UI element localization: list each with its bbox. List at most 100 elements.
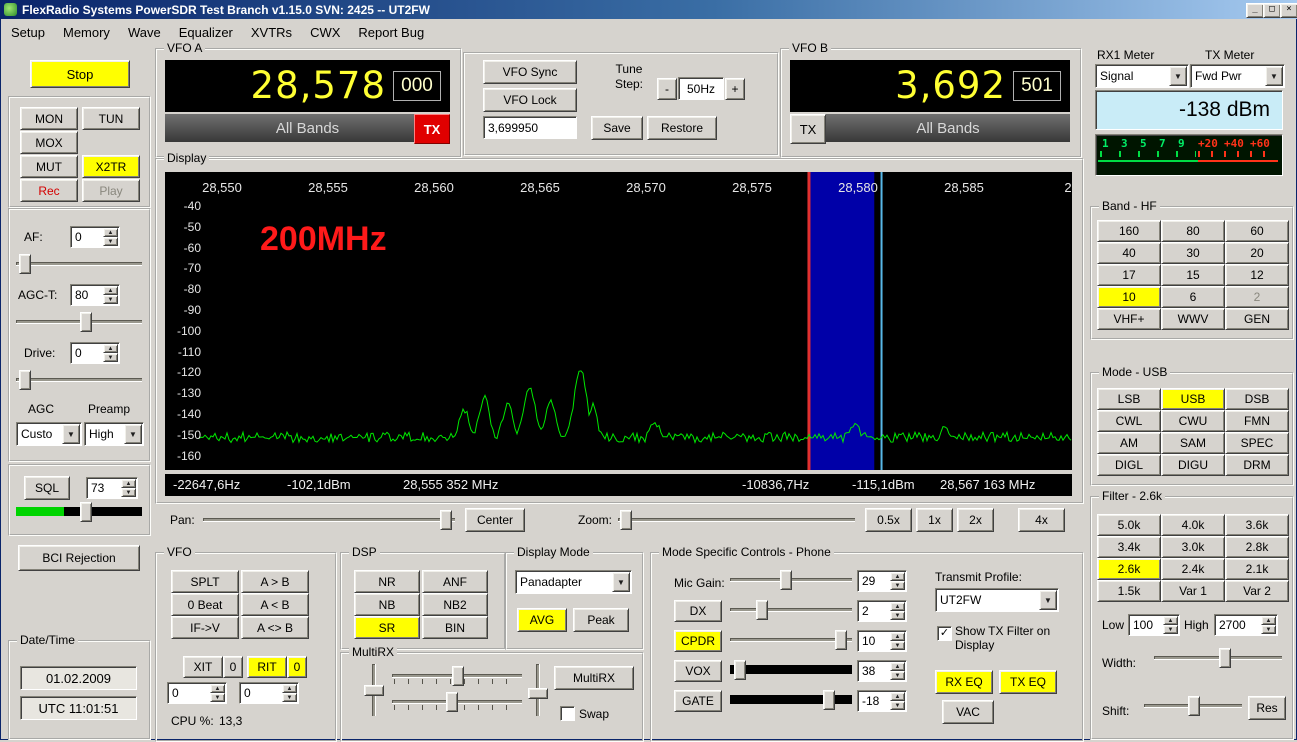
- af-slider[interactable]: [16, 254, 142, 272]
- tune-step-plus-button[interactable]: +: [725, 78, 745, 100]
- memory-frequency-field[interactable]: 3,699950: [483, 116, 577, 139]
- filter-width-slider[interactable]: [1154, 648, 1282, 666]
- band-button-12[interactable]: 12: [1225, 264, 1289, 286]
- vox-spinner[interactable]: 38▲▼: [857, 660, 907, 682]
- spinner-up-icon[interactable]: ▲: [121, 479, 136, 488]
- band-button-40[interactable]: 40: [1097, 242, 1161, 264]
- mut-button[interactable]: MUT: [20, 155, 78, 178]
- filter-button-36k[interactable]: 3.6k: [1225, 514, 1289, 536]
- filter-button-15k[interactable]: 1.5k: [1097, 580, 1161, 602]
- spinner-up-icon[interactable]: ▲: [210, 684, 225, 693]
- spinner-down-icon[interactable]: ▼: [890, 581, 905, 590]
- dropdown-arrow-icon[interactable]: ▼: [1039, 590, 1057, 610]
- swap-checkbox[interactable]: [560, 706, 575, 721]
- anf-button[interactable]: ANF: [422, 570, 488, 593]
- cpdr-button[interactable]: CPDR: [674, 630, 722, 652]
- agc-dropdown[interactable]: Custo▼: [16, 422, 82, 446]
- spinner-down-icon[interactable]: ▼: [890, 641, 905, 650]
- band-button-20[interactable]: 20: [1225, 242, 1289, 264]
- x2tr-button[interactable]: X2TR: [82, 155, 140, 178]
- maximize-button[interactable]: □: [1263, 3, 1281, 18]
- nb2-button[interactable]: NB2: [422, 593, 488, 616]
- band-button-30[interactable]: 30: [1161, 242, 1225, 264]
- band-button-vhf[interactable]: VHF+: [1097, 308, 1161, 330]
- tun-button[interactable]: TUN: [82, 107, 140, 130]
- rit-button[interactable]: RIT: [247, 656, 287, 678]
- filter-button-var1[interactable]: Var 1: [1161, 580, 1225, 602]
- band-button-2[interactable]: 2: [1225, 286, 1289, 308]
- dropdown-arrow-icon[interactable]: ▼: [612, 572, 630, 592]
- vfo-sync-button[interactable]: VFO Sync: [483, 60, 577, 84]
- slider-thumb[interactable]: [756, 600, 768, 620]
- filter-res-button[interactable]: Res: [1248, 696, 1286, 720]
- slider-thumb[interactable]: [446, 692, 458, 712]
- band-button-60[interactable]: 60: [1225, 220, 1289, 242]
- af-spinner[interactable]: 0▲▼: [70, 226, 120, 248]
- slider-thumb[interactable]: [364, 685, 384, 696]
- filter-button-26k[interactable]: 2.6k: [1097, 558, 1161, 580]
- multirx-pan-right-slider[interactable]: [528, 664, 546, 716]
- minimize-button[interactable]: _: [1246, 3, 1264, 18]
- vfo-lock-button[interactable]: VFO Lock: [483, 88, 577, 112]
- transmit-profile-dropdown[interactable]: UT2FW▼: [935, 588, 1059, 612]
- slider-thumb[interactable]: [80, 502, 92, 522]
- dropdown-arrow-icon[interactable]: ▼: [1169, 66, 1187, 86]
- pan-slider[interactable]: [203, 510, 455, 528]
- spinner-down-icon[interactable]: ▼: [210, 693, 225, 702]
- gate-spinner[interactable]: -18▲▼: [857, 690, 907, 712]
- menu-item-memory[interactable]: Memory: [54, 20, 119, 45]
- display-mode-dropdown[interactable]: Panadapter▼: [515, 570, 632, 594]
- bin-button[interactable]: BIN: [422, 616, 488, 639]
- band-button-160[interactable]: 160: [1097, 220, 1161, 242]
- sql-spinner[interactable]: 73▲▼: [86, 477, 138, 499]
- cpdr-spinner[interactable]: 10▲▼: [857, 630, 907, 652]
- tune-step-field[interactable]: 50Hz: [678, 77, 724, 100]
- spinner-up-icon[interactable]: ▲: [103, 344, 118, 353]
- rx-eq-button[interactable]: RX EQ: [935, 670, 993, 694]
- save-button[interactable]: Save: [591, 116, 643, 140]
- menu-item-xvtrs[interactable]: XVTRs: [242, 20, 301, 45]
- dropdown-arrow-icon[interactable]: ▼: [1265, 66, 1283, 86]
- mode-button-cwl[interactable]: CWL: [1097, 410, 1161, 432]
- gate-slider[interactable]: [730, 690, 852, 708]
- spinner-up-icon[interactable]: ▲: [1261, 616, 1276, 625]
- slider-thumb[interactable]: [452, 666, 464, 686]
- a-swap-b-button[interactable]: A <> B: [241, 616, 309, 639]
- bci-rejection-button[interactable]: BCI Rejection: [18, 545, 140, 571]
- menu-item-setup[interactable]: Setup: [2, 20, 54, 45]
- slider-thumb[interactable]: [440, 510, 452, 530]
- spinner-down-icon[interactable]: ▼: [121, 488, 136, 497]
- dropdown-arrow-icon[interactable]: ▼: [124, 424, 142, 444]
- agct-slider[interactable]: [16, 312, 142, 330]
- multirx-button[interactable]: MultiRX: [554, 666, 634, 690]
- slider-thumb[interactable]: [835, 630, 847, 650]
- filter-button-30k[interactable]: 3.0k: [1161, 536, 1225, 558]
- b-to-a-button[interactable]: A < B: [241, 593, 309, 616]
- rit-spinner[interactable]: 0▲▼: [239, 682, 299, 704]
- spinner-up-icon[interactable]: ▲: [890, 632, 905, 641]
- filter-low-spinner[interactable]: 100▲▼: [1128, 614, 1180, 636]
- a-to-b-button[interactable]: A > B: [241, 570, 309, 593]
- vfo-a-tx-button[interactable]: TX: [414, 114, 450, 144]
- band-button-gen[interactable]: GEN: [1225, 308, 1289, 330]
- mode-button-spec[interactable]: SPEC: [1225, 432, 1289, 454]
- filter-button-34k[interactable]: 3.4k: [1097, 536, 1161, 558]
- spinner-up-icon[interactable]: ▲: [103, 286, 118, 295]
- mic-gain-spinner[interactable]: 29▲▼: [857, 570, 907, 592]
- mode-button-cwu[interactable]: CWU: [1161, 410, 1225, 432]
- slider-thumb[interactable]: [528, 688, 548, 699]
- filter-button-21k[interactable]: 2.1k: [1225, 558, 1289, 580]
- center-button[interactable]: Center: [465, 508, 525, 532]
- vox-slider[interactable]: [730, 660, 852, 678]
- spinner-down-icon[interactable]: ▼: [1163, 625, 1178, 634]
- filter-button-var2[interactable]: Var 2: [1225, 580, 1289, 602]
- sr-button[interactable]: SR: [354, 616, 420, 639]
- zero-beat-button[interactable]: 0 Beat: [171, 593, 239, 616]
- cpdr-slider[interactable]: [730, 630, 852, 648]
- spinner-up-icon[interactable]: ▲: [282, 684, 297, 693]
- spinner-up-icon[interactable]: ▲: [1163, 616, 1178, 625]
- show-tx-filter-checkbox[interactable]: ✓: [937, 626, 952, 641]
- slider-thumb[interactable]: [1219, 648, 1231, 668]
- dx-slider[interactable]: [730, 600, 852, 618]
- filter-high-spinner[interactable]: 2700▲▼: [1214, 614, 1278, 636]
